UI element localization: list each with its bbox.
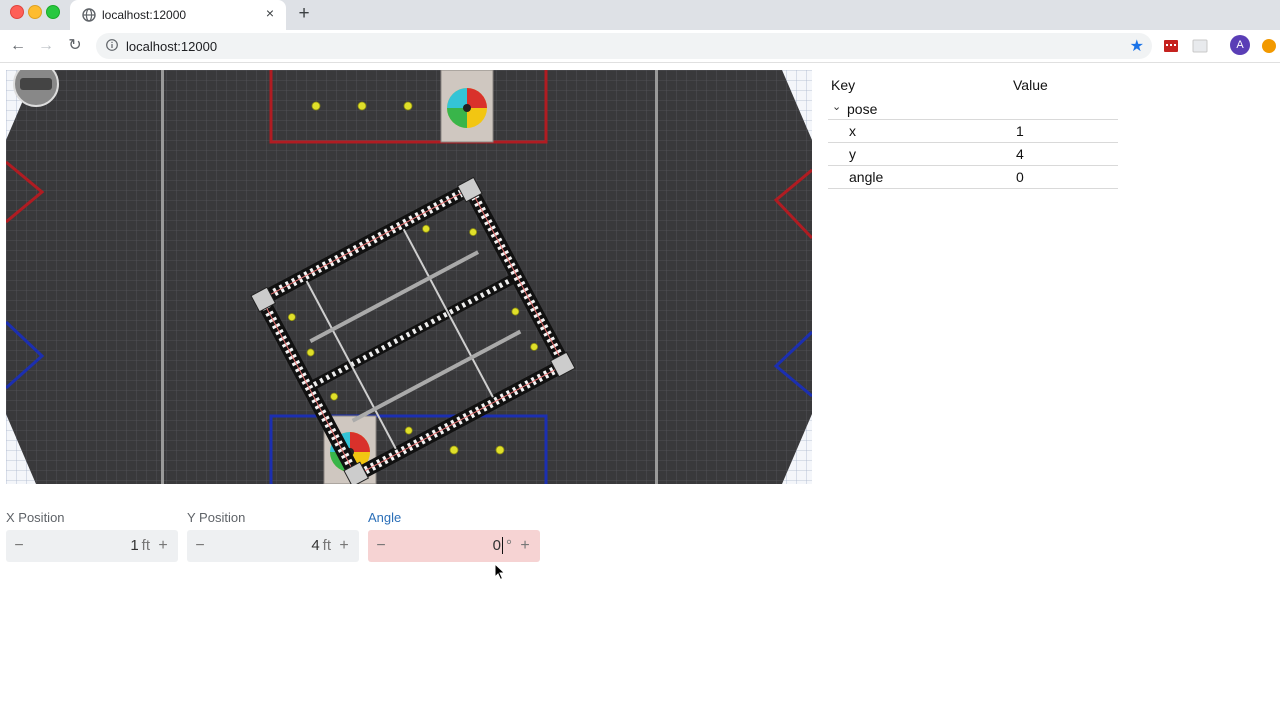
- table-row: x 1: [828, 120, 1118, 143]
- window-close-button[interactable]: [10, 5, 24, 19]
- table-row: angle 0: [828, 166, 1118, 189]
- field-carpet: [6, 70, 812, 484]
- cargo-ball: [495, 445, 505, 455]
- angle-input[interactable]: − 0 ° +: [368, 530, 540, 562]
- angle-unit: °: [506, 537, 512, 554]
- row-key: y: [849, 146, 856, 162]
- tab-close-icon[interactable]: ×: [262, 5, 278, 21]
- info-icon[interactable]: [106, 39, 118, 51]
- window-maximize-button[interactable]: [46, 5, 60, 19]
- forward-button[interactable]: →: [36, 36, 56, 56]
- field-canvas[interactable]: [6, 70, 812, 484]
- row-value: 1: [1016, 123, 1024, 139]
- y-increment-button[interactable]: +: [335, 536, 353, 556]
- header-key: Key: [831, 77, 856, 93]
- new-tab-button[interactable]: +: [294, 3, 314, 25]
- header-value: Value: [1013, 77, 1048, 93]
- x-decrement-button[interactable]: −: [10, 536, 28, 556]
- tab-title: localhost:12000: [102, 8, 187, 22]
- angle-label: Angle: [368, 510, 402, 525]
- group-label: pose: [847, 101, 878, 117]
- table-row: y 4: [828, 143, 1118, 166]
- x-value: 1: [130, 537, 139, 554]
- x-position-control: X Position − 1 ft +: [6, 510, 178, 562]
- field-line: [161, 70, 164, 484]
- x-position-input[interactable]: − 1 ft +: [6, 530, 178, 562]
- browser-tab[interactable]: localhost:12000 ×: [70, 0, 286, 30]
- y-position-input[interactable]: − 4 ft +: [187, 530, 359, 562]
- chevron-down-icon[interactable]: ⌄: [832, 100, 841, 113]
- y-decrement-button[interactable]: −: [191, 536, 209, 556]
- cargo-ball: [311, 101, 321, 111]
- bookmark-star-icon[interactable]: ★: [1130, 36, 1144, 56]
- extension-red-icon[interactable]: [1163, 38, 1179, 54]
- x-increment-button[interactable]: +: [154, 536, 172, 556]
- y-unit: ft: [322, 537, 331, 554]
- address-bar[interactable]: localhost:12000 ★: [96, 33, 1152, 59]
- row-key: x: [849, 123, 856, 139]
- browser-toolbar: ← → ↻ localhost:12000 ★ A: [0, 30, 1280, 63]
- angle-decrement-button[interactable]: −: [372, 536, 390, 556]
- extension-grey-icon[interactable]: [1192, 38, 1208, 54]
- back-button[interactable]: ←: [8, 36, 28, 56]
- row-value: 4: [1016, 146, 1024, 162]
- y-position-label: Y Position: [187, 510, 246, 525]
- cargo-ball: [403, 101, 413, 111]
- url-text: localhost:12000: [126, 39, 218, 54]
- x-position-label: X Position: [6, 510, 65, 525]
- reload-button[interactable]: ↻: [65, 36, 85, 56]
- team-logo: [13, 70, 59, 107]
- angle-control: Angle − 0 ° +: [368, 510, 540, 562]
- y-position-control: Y Position − 4 ft +: [187, 510, 359, 562]
- pose-group-row[interactable]: ⌄ pose: [828, 96, 1118, 120]
- row-value: 0: [1016, 169, 1024, 185]
- row-key: angle: [849, 169, 884, 185]
- field-line: [655, 70, 658, 484]
- extension-orange-icon[interactable]: [1261, 38, 1277, 54]
- y-value: 4: [311, 537, 320, 554]
- mouse-pointer-icon: [494, 563, 506, 581]
- cargo-ball: [357, 101, 367, 111]
- browser-tab-bar: localhost:12000 × +: [0, 0, 1280, 30]
- globe-icon: [82, 8, 96, 22]
- profile-avatar[interactable]: A: [1230, 35, 1250, 55]
- x-unit: ft: [141, 537, 150, 554]
- pose-table: Key Value ⌄ pose x 1 y 4 angle 0: [828, 72, 1118, 189]
- angle-increment-button[interactable]: +: [516, 536, 534, 556]
- angle-value: 0: [492, 537, 503, 554]
- window-minimize-button[interactable]: [28, 5, 42, 19]
- top-goal: [440, 70, 494, 143]
- table-header: Key Value: [828, 72, 1118, 96]
- cargo-ball: [449, 445, 459, 455]
